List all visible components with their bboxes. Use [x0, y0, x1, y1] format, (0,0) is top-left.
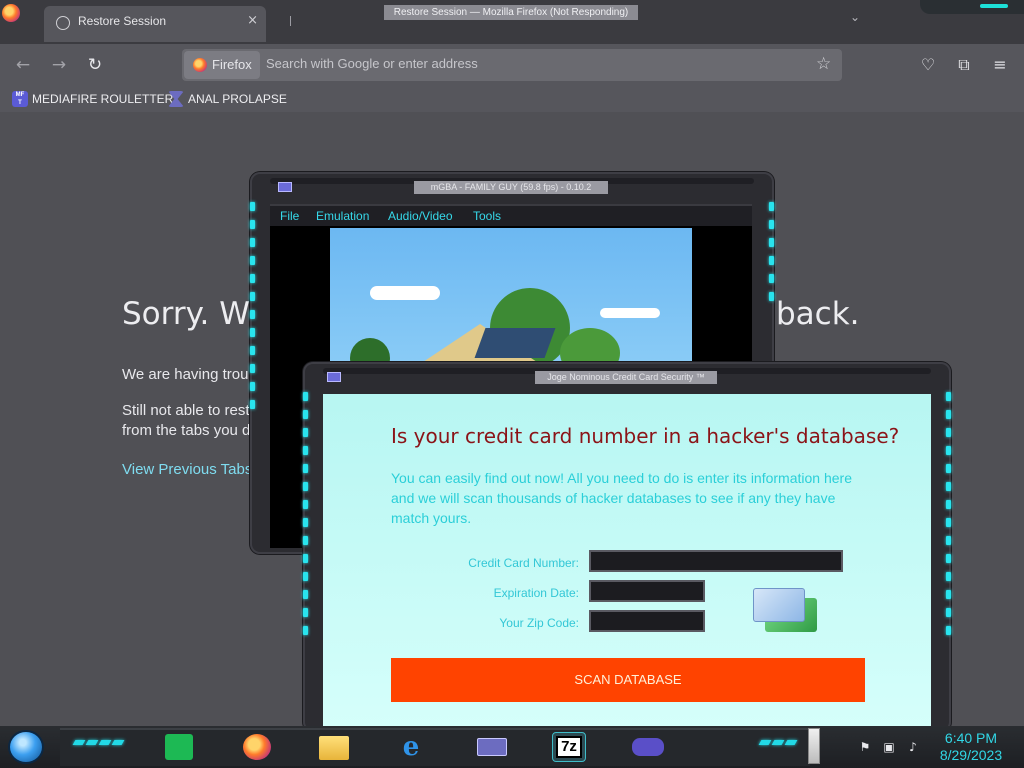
7zip-icon[interactable]: 7z	[552, 732, 586, 762]
firefox-app-icon	[2, 4, 20, 22]
taskbar-led-deco	[72, 740, 125, 745]
tree	[350, 338, 390, 362]
error-paragraph: We are having troub	[122, 366, 257, 383]
cc-window-title: Joge Nominous Credit Card Security ™	[535, 371, 717, 384]
game-frame	[330, 228, 692, 362]
window-title: Restore Session — Mozilla Firefox (Not R…	[384, 5, 638, 20]
menu-file[interactable]: File	[280, 209, 299, 223]
cc-description: You can easily find out now! All you nee…	[391, 470, 852, 526]
new-tab-separator	[290, 16, 291, 26]
error-title: Sorry. We	[122, 296, 268, 332]
navigation-toolbar: ← → ↻ Firefox Search with Google or ente…	[0, 44, 1024, 86]
credit-card-security-window[interactable]: Joge Nominous Credit Card Security ™ Is …	[303, 362, 951, 734]
card-number-field[interactable]	[589, 550, 843, 572]
left-led-strip	[303, 392, 308, 635]
house-roof	[474, 328, 556, 358]
taskbar: e 7z ⚑ ▣ ♪ 6:40 PM 8/29/2023	[0, 726, 1024, 768]
expiration-label: Expiration Date:	[493, 586, 579, 600]
gba-icon-shape	[632, 738, 664, 756]
cc-form-pane: Is your credit card number in a hacker's…	[323, 394, 931, 734]
firefox-icon[interactable]	[240, 732, 274, 762]
bookmark-label: MEDIAFIRE ROULETTER	[32, 92, 174, 106]
error-hint: Still not able to resto from the tabs yo…	[122, 401, 258, 441]
7zip-icon-shape: 7z	[556, 736, 582, 758]
spotify-icon-shape	[165, 734, 193, 760]
mgba-app-icon[interactable]	[278, 182, 292, 192]
list-tabs-chevron-icon[interactable]: ⌄	[850, 10, 860, 24]
card-number-label: Credit Card Number:	[468, 556, 579, 570]
gameboy-advance-icon[interactable]	[630, 732, 664, 762]
volume-icon[interactable]: ♪	[906, 740, 920, 754]
menu-emulation[interactable]: Emulation	[316, 209, 369, 223]
window-controls-skin[interactable]	[920, 0, 1024, 14]
zip-field[interactable]	[589, 610, 705, 632]
network-icon[interactable]: ▣	[882, 740, 896, 754]
card-front	[753, 588, 805, 622]
menu-audio-video[interactable]: Audio/Video	[388, 209, 453, 223]
taskbar-led-deco	[758, 740, 798, 745]
expiration-field[interactable]	[589, 580, 705, 602]
bookmark-icon	[168, 91, 184, 107]
firefox-titlebar: Restore Session × Restore Session — Mozi…	[0, 0, 1024, 44]
right-led-strip	[769, 202, 774, 301]
credit-card-icon	[753, 588, 819, 636]
menu-tools[interactable]: Tools	[473, 209, 501, 223]
info-icon	[56, 16, 70, 30]
clock-date: 8/29/2023	[939, 747, 1003, 763]
pocket-icon[interactable]: ♡	[916, 53, 940, 77]
bookmark-label: ANAL PROLAPSE	[188, 92, 287, 106]
mgba-title: mGBA - FAMILY GUY (59.8 fps) - 0.10.2	[414, 181, 608, 194]
spotify-icon[interactable]	[162, 732, 196, 762]
ie-icon-shape: e	[402, 732, 420, 762]
hamburger-menu-icon[interactable]: ≡	[988, 53, 1012, 77]
start-button[interactable]	[8, 730, 44, 764]
left-led-strip	[250, 202, 255, 409]
reload-icon[interactable]: ↻	[82, 52, 108, 78]
error-title-tail: back.	[776, 296, 860, 332]
mgba-menubar: File Emulation Audio/Video Tools	[270, 204, 752, 226]
bookmark-mediafire-rouletter[interactable]: MF T MEDIAFIRE ROULETTER	[12, 90, 173, 108]
mediafire-icon: MF T	[12, 91, 28, 107]
folder-icon-shape	[319, 736, 349, 760]
file-explorer-icon[interactable]	[316, 732, 350, 762]
card-app-icon[interactable]	[474, 732, 508, 762]
firefox-icon	[193, 58, 207, 72]
identity-chip[interactable]: Firefox	[184, 51, 260, 79]
extensions-icon[interactable]: ⧉	[952, 53, 976, 77]
bookmark-second[interactable]: ANAL PROLAPSE	[168, 90, 287, 108]
forward-arrow-icon[interactable]: →	[46, 52, 72, 78]
clock-time: 6:40 PM	[944, 730, 998, 746]
close-tab-icon[interactable]: ×	[247, 13, 258, 28]
error-hint-line: from the tabs you do	[122, 422, 258, 439]
right-led-strip	[946, 392, 951, 635]
internet-explorer-icon[interactable]: e	[394, 732, 428, 762]
view-previous-tabs-link[interactable]: View Previous Tabs	[122, 461, 252, 478]
bookmark-star-icon[interactable]: ☆	[816, 54, 831, 74]
cloud	[600, 308, 660, 318]
identity-chip-label: Firefox	[212, 57, 252, 72]
tab-label: Restore Session	[78, 14, 167, 28]
tab-restore-session[interactable]: Restore Session ×	[44, 6, 266, 42]
zip-label: Your Zip Code:	[499, 616, 579, 630]
address-placeholder[interactable]: Search with Google or enter address	[266, 56, 478, 71]
action-center-flag-icon[interactable]: ⚑	[858, 740, 872, 754]
cloud	[370, 286, 440, 300]
back-arrow-icon[interactable]: ←	[10, 52, 36, 78]
cc-heading: Is your credit card number in a hacker's…	[391, 424, 900, 448]
cc-app-icon[interactable]	[327, 372, 341, 382]
address-bar[interactable]: Firefox Search with Google or enter addr…	[182, 49, 842, 81]
tray-scroll-widget[interactable]	[808, 728, 820, 764]
system-clock[interactable]: 6:40 PM 8/29/2023	[934, 730, 1008, 764]
error-hint-line: Still not able to resto	[122, 402, 258, 419]
bookmarks-toolbar: MF T MEDIAFIRE ROULETTER ANAL PROLAPSE	[0, 86, 1024, 112]
firefox-icon-shape	[243, 734, 271, 760]
scan-database-button[interactable]: SCAN DATABASE	[391, 658, 865, 702]
card-app-icon-shape	[477, 738, 507, 756]
